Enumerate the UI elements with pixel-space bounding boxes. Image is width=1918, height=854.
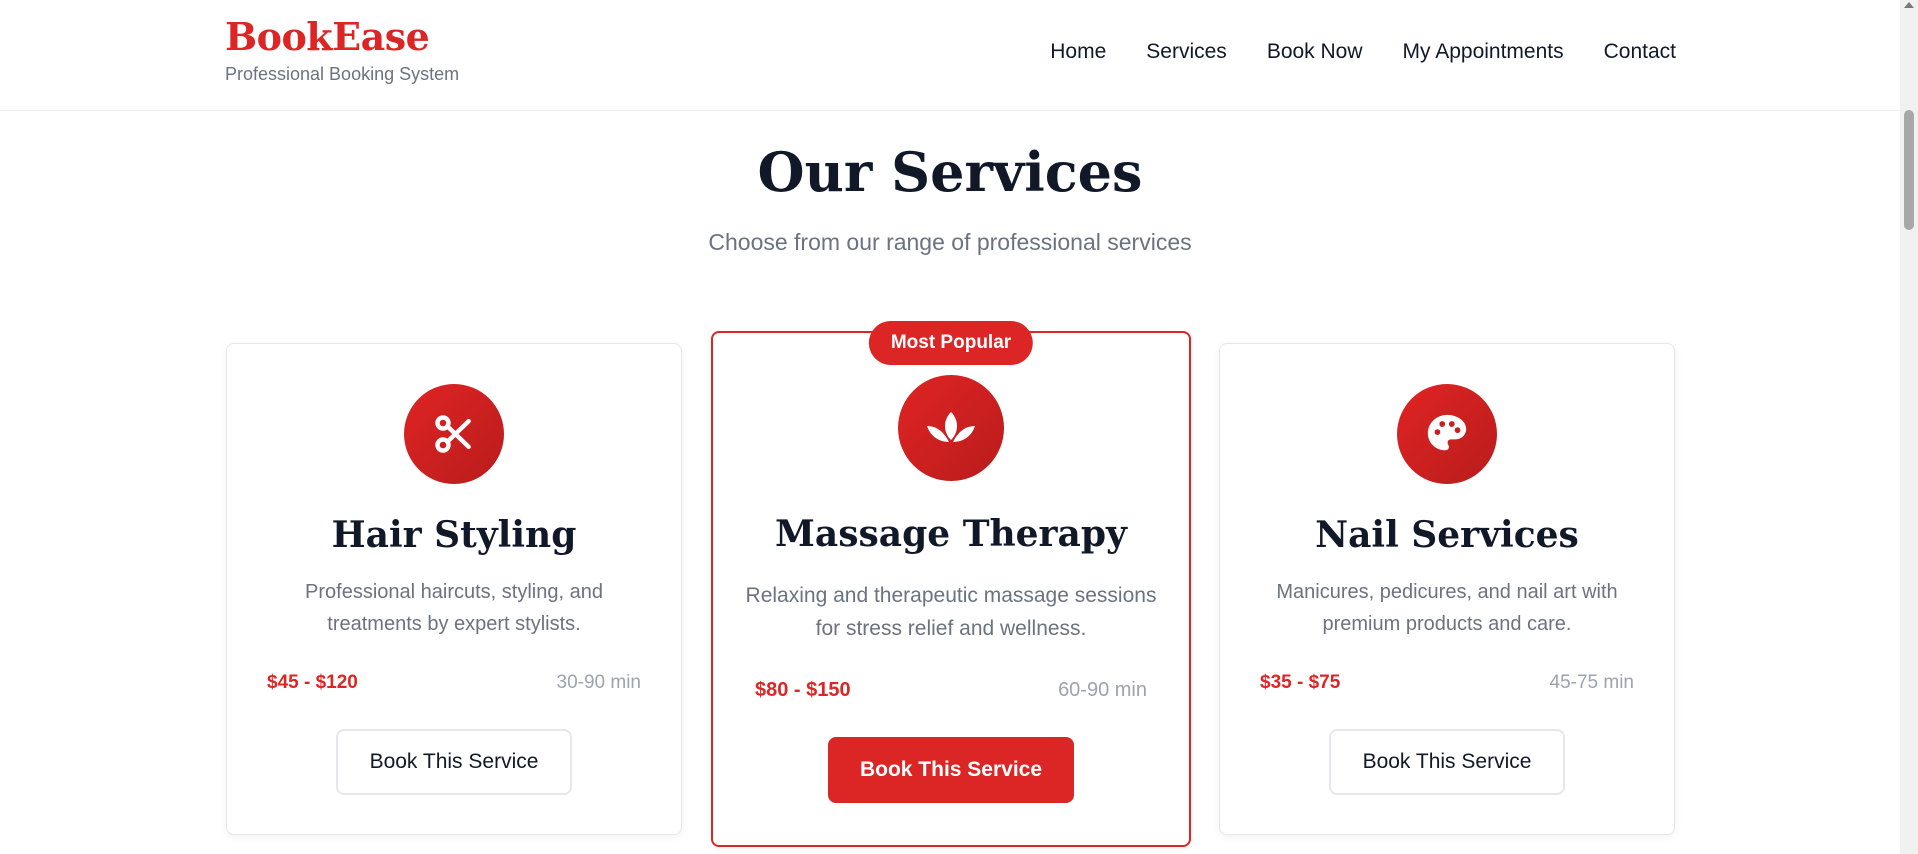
book-service-button[interactable]: Book This Service (1329, 729, 1565, 795)
service-title: Nail Services (1315, 514, 1579, 556)
service-description: Manicures, pedicures, and nail art with … (1276, 581, 1618, 635)
scrollbar-thumb[interactable] (1904, 110, 1914, 230)
service-price: $80 - $150 (755, 679, 851, 701)
book-service-button[interactable]: Book This Service (828, 737, 1074, 803)
service-description: Professional haircuts, styling, and trea… (305, 581, 603, 635)
lotus-icon (898, 375, 1004, 481)
service-title: Massage Therapy (775, 513, 1127, 555)
service-price: $35 - $75 (1260, 672, 1341, 693)
service-card-hair-styling: Hair Styling Professional haircuts, styl… (226, 343, 682, 835)
service-description: Relaxing and therapeutic massage session… (745, 584, 1157, 640)
nav-my-appointments[interactable]: My Appointments (1403, 40, 1564, 64)
palette-icon (1397, 384, 1497, 484)
service-card-nail-services: Nail Services Manicures, pedicures, and … (1219, 343, 1675, 835)
nav-services[interactable]: Services (1146, 40, 1227, 64)
nav-book-now[interactable]: Book Now (1267, 40, 1363, 64)
brand-tagline: Professional Booking System (225, 64, 460, 84)
page-scrollbar[interactable] (1900, 0, 1918, 854)
service-duration: 45-75 min (1549, 672, 1635, 693)
service-card-massage-therapy: Most Popular Massage Therapy Relaxing an… (711, 321, 1191, 847)
nav-home[interactable]: Home (1050, 40, 1106, 64)
page-title: Our Services (757, 140, 1143, 204)
page-subtitle: Choose from our range of professional se… (708, 229, 1192, 255)
service-price: $45 - $120 (267, 672, 358, 693)
nav-contact[interactable]: Contact (1604, 40, 1676, 64)
service-duration: 30-90 min (556, 672, 642, 693)
main-nav: Home Services Book Now My Appointments C… (1050, 40, 1676, 64)
scissors-icon (404, 384, 504, 484)
most-popular-badge: Most Popular (868, 321, 1034, 365)
brand-logo[interactable]: BookEase (225, 14, 430, 59)
scroll-up-arrow-icon[interactable] (1904, 2, 1914, 8)
site-header: BookEase Professional Booking System Hom… (0, 0, 1900, 111)
service-title: Hair Styling (331, 514, 577, 556)
book-service-button[interactable]: Book This Service (336, 729, 572, 795)
service-duration: 60-90 min (1058, 679, 1147, 701)
